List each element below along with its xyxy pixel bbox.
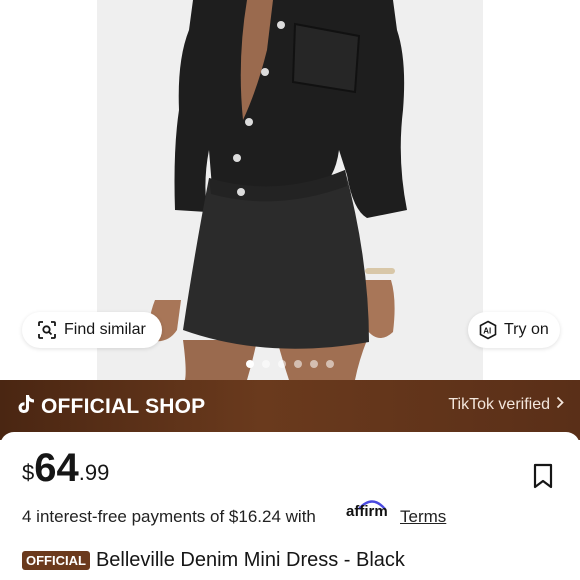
ai-try-on-icon: AI: [478, 320, 498, 340]
image-search-icon: [38, 321, 56, 339]
tiktok-logo-icon: [17, 394, 35, 420]
product-info-card: $ 64 .99 4 interest-free payments of $16…: [0, 432, 580, 580]
carousel-dot[interactable]: [278, 360, 286, 368]
official-shop-brand: OFFICIAL SHOP: [17, 394, 205, 420]
try-on-label: Try on: [504, 321, 549, 338]
carousel-dot[interactable]: [246, 360, 254, 368]
terms-link[interactable]: Terms: [400, 507, 446, 527]
product-title-row: OFFICIAL Belleville Denim Mini Dress - B…: [22, 549, 405, 572]
price-currency: $: [22, 460, 35, 485]
affirm-logo: affirm: [346, 503, 388, 520]
carousel-dot[interactable]: [262, 360, 270, 368]
product-price: $ 64 .99: [22, 448, 109, 488]
tiktok-verified-label: TikTok verified: [448, 396, 550, 413]
official-shop-banner[interactable]: OFFICIAL SHOP TikTok verified: [0, 380, 580, 440]
carousel-indicator: [0, 360, 580, 368]
product-title: Belleville Denim Mini Dress - Black: [95, 549, 405, 571]
carousel-dot[interactable]: [310, 360, 318, 368]
official-shop-label: OFFICIAL SHOP: [41, 395, 206, 418]
carousel-dot[interactable]: [326, 360, 334, 368]
tiktok-verified-link[interactable]: TikTok verified: [448, 396, 564, 414]
official-badge: OFFICIAL: [22, 551, 90, 570]
svg-text:AI: AI: [483, 326, 491, 335]
try-on-button[interactable]: AI Try on: [468, 312, 560, 348]
chevron-right-icon: [556, 396, 564, 414]
price-cents: .99: [78, 460, 110, 485]
installment-text: 4 interest-free payments of $16.24 with: [22, 507, 316, 526]
product-image-gallery[interactable]: Find similar AI Try on: [0, 0, 580, 380]
find-similar-button[interactable]: Find similar: [22, 312, 162, 348]
carousel-dot[interactable]: [294, 360, 302, 368]
price-main: 64: [34, 446, 79, 490]
find-similar-label: Find similar: [64, 321, 146, 338]
bookmark-icon[interactable]: [532, 463, 554, 494]
